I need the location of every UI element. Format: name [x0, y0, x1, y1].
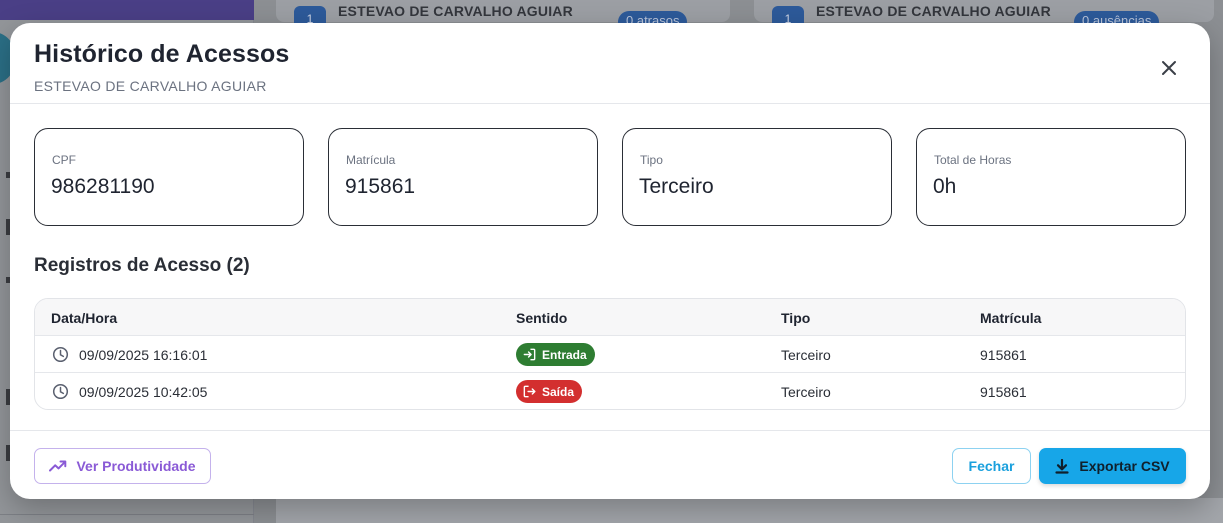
cell-type: Terceiro: [781, 384, 831, 400]
modal-footer: Ver Produtividade Fechar Exportar CSV: [10, 430, 1210, 499]
stat-label: CPF: [52, 153, 76, 167]
clock-icon: [52, 346, 69, 363]
employee-name: ESTEVAO DE CARVALHO AGUIAR: [338, 3, 573, 19]
modal-header: Histórico de Acessos ESTEVAO DE CARVALHO…: [10, 23, 1210, 104]
modal-subtitle: ESTEVAO DE CARVALHO AGUIAR: [34, 78, 267, 94]
clock-icon: [52, 383, 69, 400]
table-row: 09/09/2025 10:42:05 Saída Terceiro 91586…: [35, 373, 1185, 409]
view-productivity-label: Ver Produtividade: [76, 458, 196, 474]
close-icon: [1162, 61, 1176, 75]
cell-datetime: 09/09/2025 10:42:05: [79, 384, 208, 400]
direction-label: Saída: [542, 384, 575, 399]
stat-value: 0h: [933, 175, 957, 198]
close-button[interactable]: [1154, 53, 1184, 83]
logout-icon: [523, 385, 536, 398]
stat-value: 915861: [345, 175, 416, 198]
view-productivity-button[interactable]: Ver Produtividade: [34, 448, 211, 484]
cell-datetime: 09/09/2025 16:16:01: [79, 347, 208, 363]
content-panel: [276, 498, 1223, 523]
stat-value: 986281190: [51, 175, 155, 198]
stat-card-registration: Matrícula 915861: [328, 128, 598, 226]
access-records-table: Data/Hora Sentido Tipo Matrícula 09/09/2…: [34, 298, 1186, 410]
sidebar-divider: [0, 514, 254, 515]
column-header-datetime: Data/Hora: [51, 310, 118, 326]
column-header-registration: Matrícula: [980, 310, 1042, 326]
section-title: Registros de Acesso (2): [34, 255, 250, 276]
direction-label: Entrada: [542, 347, 587, 362]
stat-card-type: Tipo Terceiro: [622, 128, 892, 226]
table-row: 09/09/2025 16:16:01 Entrada Terceiro 915…: [35, 336, 1185, 373]
stat-label: Total de Horas: [934, 153, 1012, 167]
employee-name: ESTEVAO DE CARVALHO AGUIAR: [816, 3, 1051, 19]
direction-badge-exit: Saída: [516, 380, 583, 403]
login-icon: [523, 348, 536, 361]
employee-card[interactable]: 1 ESTEVAO DE CARVALHO AGUIAR 0 atrasos: [276, 0, 730, 33]
export-csv-label: Exportar CSV: [1079, 458, 1170, 474]
trending-up-icon: [49, 460, 67, 472]
close-modal-button[interactable]: Fechar: [952, 448, 1031, 484]
employee-card[interactable]: 1 ESTEVAO DE CARVALHO AGUIAR 0 ausências: [754, 0, 1214, 33]
column-header-direction: Sentido: [516, 310, 568, 326]
export-csv-button[interactable]: Exportar CSV: [1039, 448, 1186, 484]
direction-badge-entry: Entrada: [516, 343, 595, 366]
stat-label: Matrícula: [346, 153, 396, 167]
column-header-type: Tipo: [781, 310, 811, 326]
stat-card-cpf: CPF 986281190: [34, 128, 304, 226]
cell-registration: 915861: [980, 347, 1027, 363]
table-header: Data/Hora Sentido Tipo Matrícula: [35, 299, 1185, 336]
stat-label: Tipo: [640, 153, 663, 167]
stat-value: Terceiro: [639, 175, 714, 198]
modal-title: Histórico de Acessos: [34, 40, 290, 68]
access-history-modal: Histórico de Acessos ESTEVAO DE CARVALHO…: [10, 23, 1210, 499]
stat-card-total-hours: Total de Horas 0h: [916, 128, 1186, 226]
sidebar-header: [0, 0, 254, 20]
cell-type: Terceiro: [781, 347, 831, 363]
cell-registration: 915861: [980, 384, 1027, 400]
download-icon: [1055, 458, 1069, 474]
